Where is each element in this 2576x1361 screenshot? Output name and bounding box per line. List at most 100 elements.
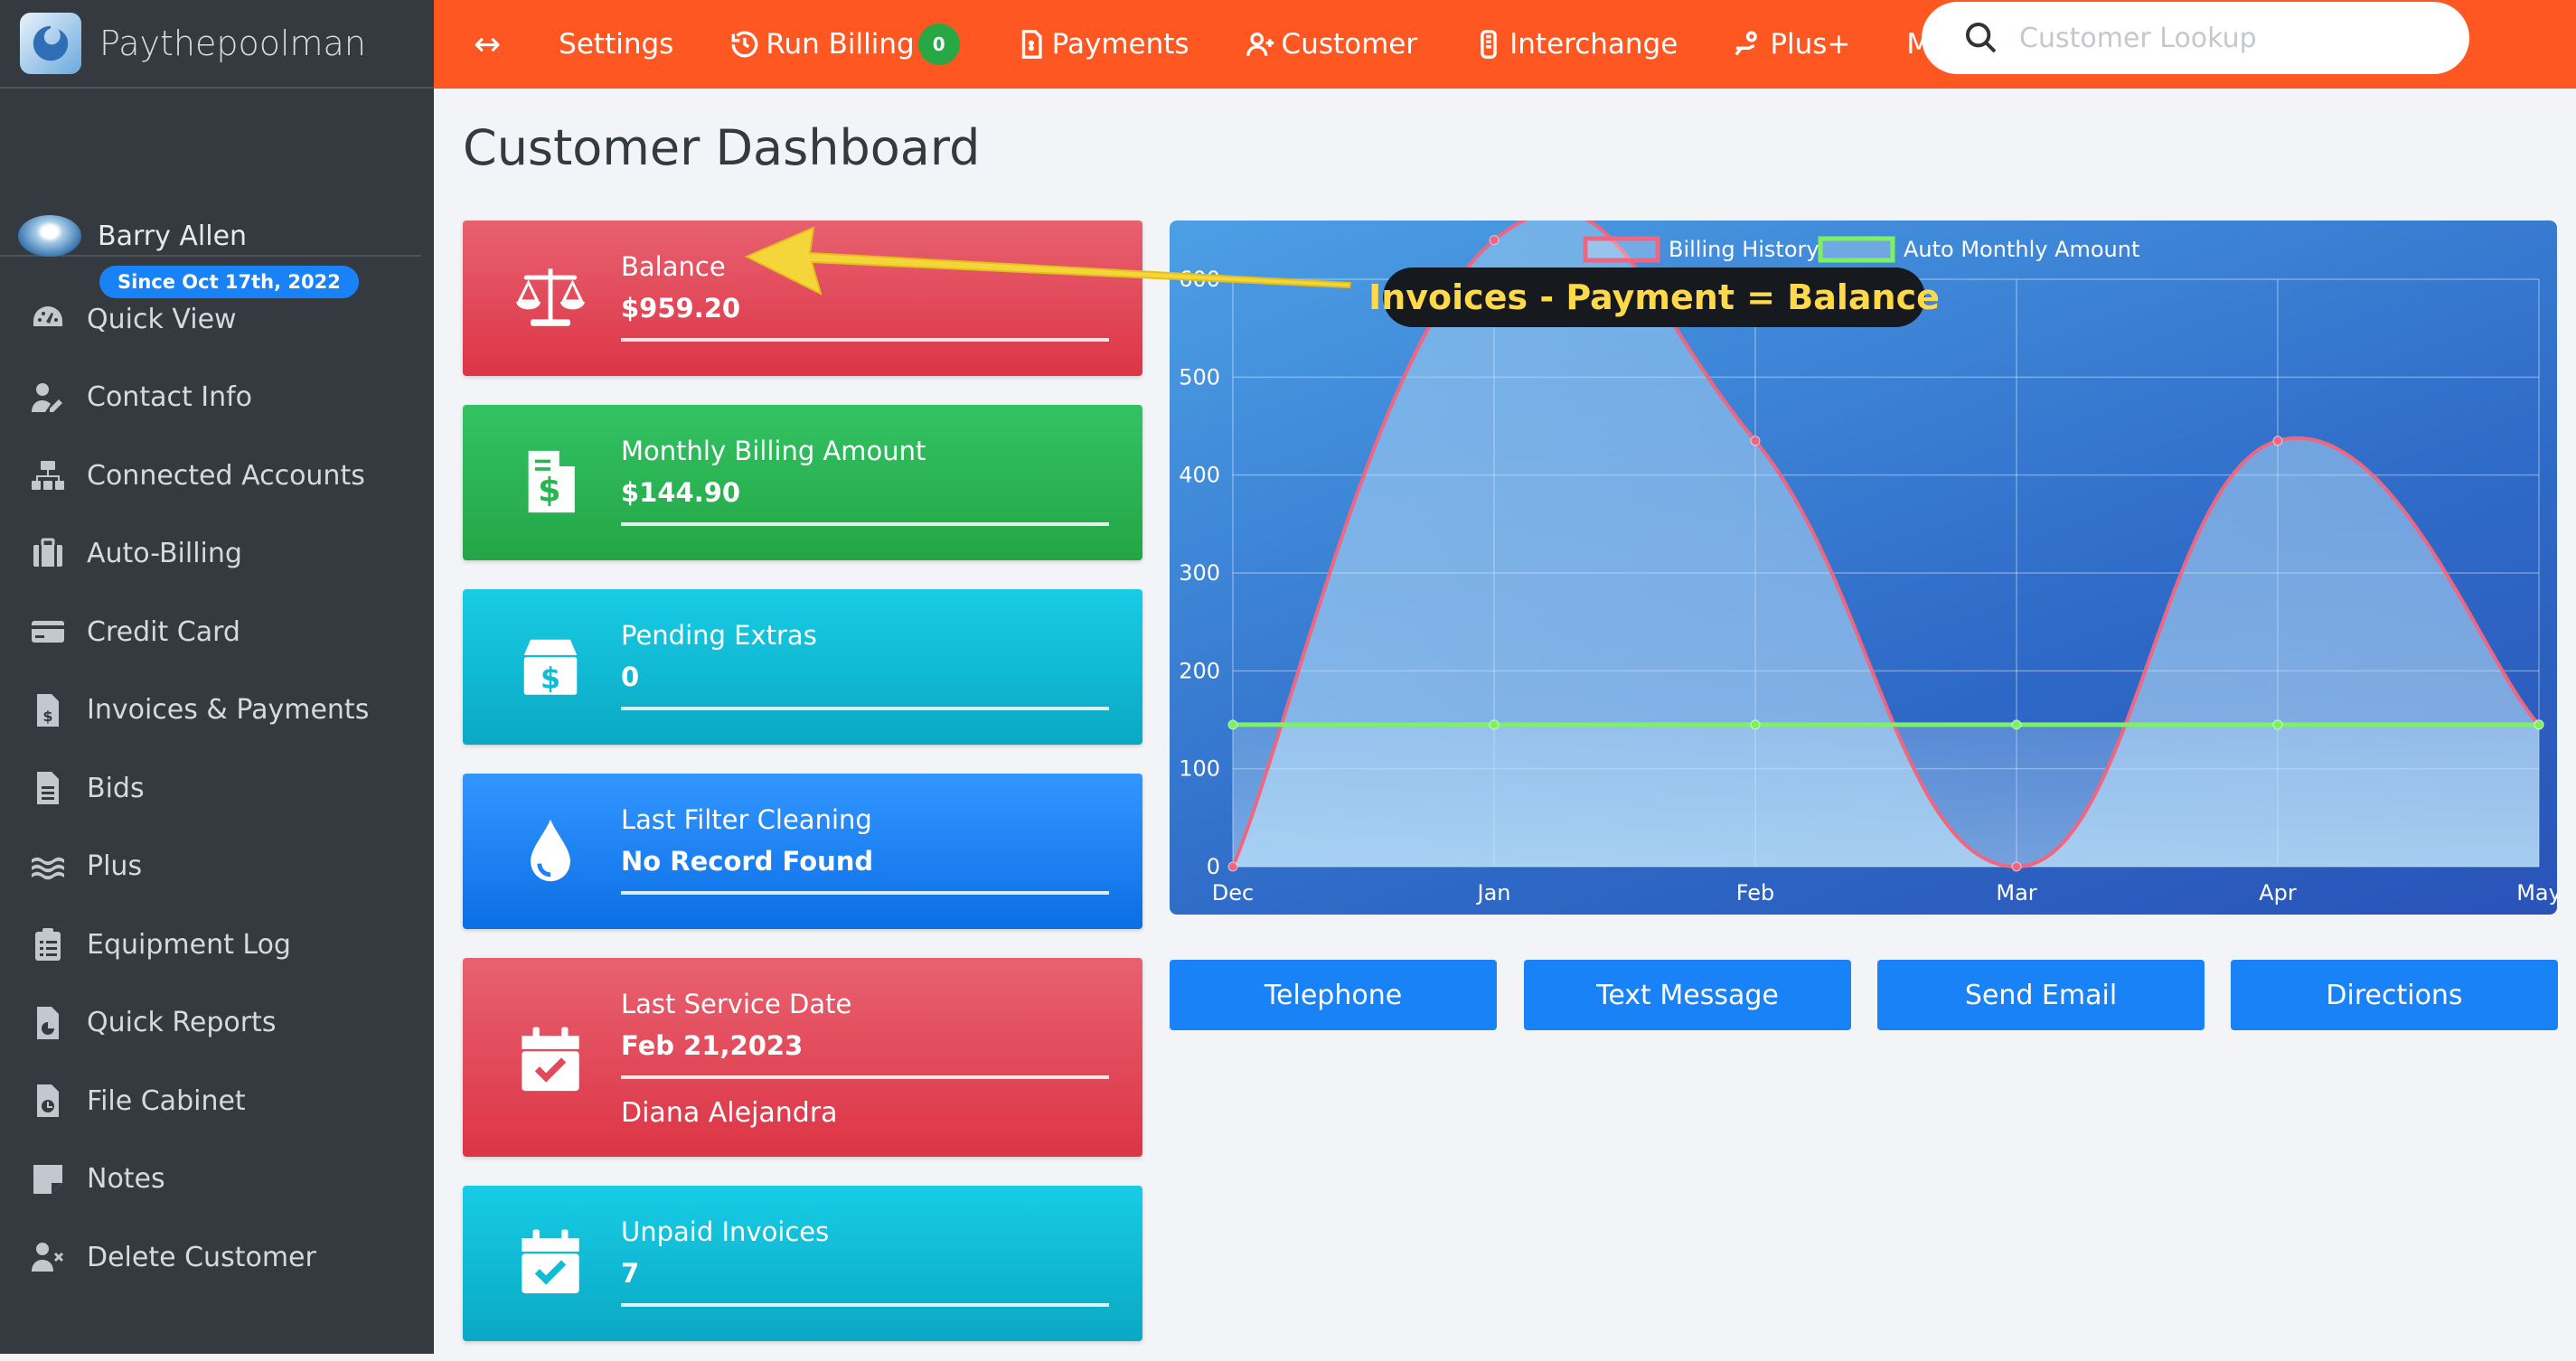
sidebar-item-connected-accounts[interactable]: Connected Accounts xyxy=(0,436,434,515)
document-icon xyxy=(27,767,69,809)
customer-lookup-input[interactable] xyxy=(2019,22,2435,54)
legend-swatch xyxy=(1583,236,1660,263)
nav-interchange[interactable]: Interchange xyxy=(1473,28,1678,61)
box-dollar-icon: $ xyxy=(503,631,598,701)
brand-name: Paythepoolman xyxy=(99,23,366,63)
last-filter-cleaning-card[interactable]: Last Filter Cleaning No Record Found xyxy=(463,774,1142,929)
data-point xyxy=(1489,719,1500,730)
calendar-check-icon xyxy=(503,1025,598,1095)
water-drop-icon xyxy=(503,815,598,886)
nav-customer[interactable]: Customer xyxy=(1246,28,1418,61)
data-point xyxy=(2011,861,2022,872)
sidebar-item-label: Auto-Billing xyxy=(87,538,242,570)
sidebar-item-notes[interactable]: Notes xyxy=(0,1140,434,1219)
x-tick-label: Dec xyxy=(1212,880,1254,906)
series-area-0 xyxy=(1233,221,2539,867)
invoice-dollar-icon: $ xyxy=(27,690,69,731)
sidebar-item-contact-info[interactable]: Contact Info xyxy=(0,359,434,437)
balance-divider xyxy=(621,338,1109,342)
telephone-button[interactable]: Telephone xyxy=(1170,960,1497,1030)
send-email-button[interactable]: Send Email xyxy=(1877,960,2205,1030)
pending-extras-label: Pending Extras xyxy=(621,620,817,651)
pending-extras-value: 0 xyxy=(621,662,640,692)
sidebar-item-label: File Cabinet xyxy=(87,1084,246,1117)
hand-holding-icon xyxy=(1735,31,1758,56)
avatar[interactable] xyxy=(18,215,81,257)
y-tick-label: 400 xyxy=(1179,463,1220,488)
service-technician-name: Diana Alejandra xyxy=(621,1097,838,1129)
balance-card[interactable]: Balance $959.20 xyxy=(463,221,1142,376)
sidebar-item-label: Notes xyxy=(87,1163,165,1196)
x-tick-label: Mar xyxy=(1996,880,2036,906)
nav-settings[interactable]: Settings xyxy=(559,28,673,61)
sidebar-toggle-button[interactable]: ↔ xyxy=(474,26,501,63)
user-edit-icon xyxy=(27,377,69,418)
sidebar-item-invoices-payments[interactable]: $ Invoices & Payments xyxy=(0,671,434,750)
monthly-billing-label: Monthly Billing Amount xyxy=(621,436,926,466)
briefcase-icon xyxy=(27,533,69,575)
data-point xyxy=(1227,719,1238,730)
last-filter-cleaning-value: No Record Found xyxy=(621,846,874,877)
y-tick-label: 200 xyxy=(1179,658,1220,683)
monthly-billing-divider xyxy=(621,522,1109,526)
nav-run-billing-label: Run Billing xyxy=(766,28,915,61)
brand[interactable]: Paythepoolman xyxy=(0,0,434,89)
x-tick-label: Feb xyxy=(1736,880,1775,906)
nav-plus-label: Plus+ xyxy=(1770,28,1851,61)
last-service-date-card[interactable]: Last Service Date Feb 21,2023 Diana Alej… xyxy=(463,958,1142,1157)
svg-text:$: $ xyxy=(541,662,560,695)
nav-run-billing[interactable]: Run Billing 0 xyxy=(729,23,960,65)
sidebar-item-delete-customer[interactable]: Delete Customer xyxy=(0,1218,434,1297)
nav-plus[interactable]: Plus+ xyxy=(1734,28,1850,61)
y-tick-label: 600 xyxy=(1179,267,1220,292)
last-service-date-divider xyxy=(621,1075,1109,1079)
sidebar-item-label: Delete Customer xyxy=(87,1241,316,1273)
sidebar-item-equipment-log[interactable]: Equipment Log xyxy=(0,906,434,984)
user-times-icon xyxy=(27,1236,69,1278)
directions-button[interactable]: Directions xyxy=(2231,960,2558,1030)
sidebar-item-label: Quick Reports xyxy=(87,1007,277,1039)
billing-chart: 0 100 200 300 400 500 600 Dec Jan Feb Mar Apr May Bil… xyxy=(1170,221,2557,915)
nav-payments[interactable]: Payments xyxy=(1016,28,1189,61)
pending-extras-card[interactable]: $ Pending Extras 0 xyxy=(463,589,1142,745)
legend-label: Billing History xyxy=(1669,237,1819,262)
monthly-billing-card[interactable]: $ Monthly Billing Amount $144.90 xyxy=(463,405,1142,560)
credit-card-icon xyxy=(27,611,69,652)
sidebar-item-file-cabinet[interactable]: File Cabinet xyxy=(0,1062,434,1140)
unpaid-invoices-label: Unpaid Invoices xyxy=(621,1216,830,1247)
sidebar-item-credit-card[interactable]: Credit Card xyxy=(0,593,434,671)
balance-label: Balance xyxy=(621,251,726,282)
unpaid-invoices-card[interactable]: Unpaid Invoices 7 xyxy=(463,1186,1142,1341)
svg-text:$: $ xyxy=(538,471,560,510)
gauge-icon xyxy=(27,298,69,340)
file-clock-icon xyxy=(27,1080,69,1122)
text-message-button[interactable]: Text Message xyxy=(1524,960,1851,1030)
user-plus-icon xyxy=(1246,32,1274,56)
search-icon xyxy=(1966,23,1997,53)
y-tick-label: 500 xyxy=(1179,364,1220,390)
legend-label: Auto Monthly Amount xyxy=(1904,237,2139,262)
x-tick-label: May xyxy=(2516,880,2557,906)
sidebar-item-auto-billing[interactable]: Auto-Billing xyxy=(0,515,434,594)
sidebar-item-bids[interactable]: Bids xyxy=(0,749,434,828)
data-point xyxy=(1750,436,1761,446)
balance-scale-icon xyxy=(503,262,598,333)
sidebar-item-label: Invoices & Payments xyxy=(87,694,370,727)
file-invoice-dollar-icon: $ xyxy=(503,446,598,517)
run-billing-count-badge: 0 xyxy=(917,23,960,65)
user-panel: Barry Allen Since Oct 17th, 2022 xyxy=(0,89,421,298)
nav-settings-label: Settings xyxy=(559,28,674,61)
water-icon xyxy=(27,846,69,887)
unpaid-invoices-value: 7 xyxy=(621,1258,640,1289)
data-point xyxy=(1750,719,1761,730)
sidebar-item-label: Bids xyxy=(87,772,145,804)
since-badge: Since Oct 17th, 2022 xyxy=(99,266,359,298)
user-name[interactable]: Barry Allen xyxy=(98,221,247,252)
nav-customer-label: Customer xyxy=(1281,28,1418,61)
brand-logo-icon xyxy=(20,13,81,74)
sidebar-item-quick-reports[interactable]: Quick Reports xyxy=(0,984,434,1063)
sidebar: Paythepoolman Barry Allen Since Oct 17th… xyxy=(0,0,434,1354)
sidebar-item-plus[interactable]: Plus xyxy=(0,828,434,906)
y-tick-label: 100 xyxy=(1179,756,1220,782)
svg-text:$: $ xyxy=(42,708,52,725)
